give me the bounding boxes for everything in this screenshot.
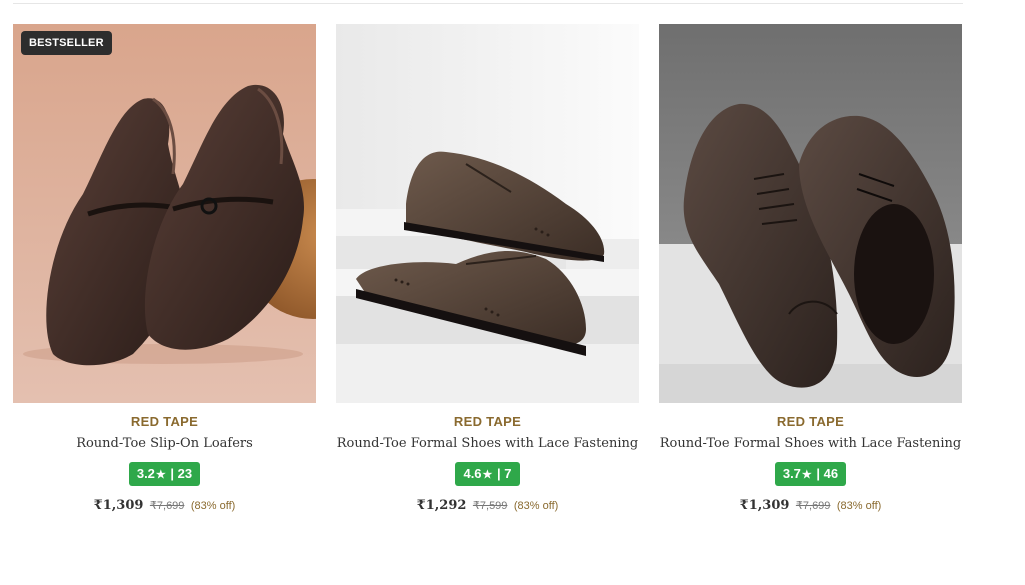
original-price: ₹7,699 [795, 500, 831, 512]
bestseller-badge: BESTSELLER [21, 31, 112, 55]
discount-label: (83% off) [513, 500, 559, 512]
star-icon: ★ [155, 469, 166, 481]
price-row: ₹1,309 ₹7,699 (83% off) [659, 496, 962, 514]
rating-badge: 3.2★ | 23 [128, 462, 201, 486]
original-price: ₹7,599 [472, 500, 508, 512]
rating-badge: 3.7★ | 46 [774, 462, 847, 486]
discount-label: (83% off) [836, 500, 882, 512]
product-image[interactable] [659, 24, 962, 403]
selling-price: ₹1,309 [93, 498, 144, 513]
rating-value: 3.7 [782, 466, 801, 481]
rating-value: 3.2 [136, 466, 155, 481]
rating-badge: 4.6★ | 7 [455, 462, 520, 486]
rating-count: 23 [177, 466, 193, 481]
product-card[interactable]: RED TAPE Round-Toe Formal Shoes with Lac… [336, 24, 639, 514]
oxford-shoes-image-icon [659, 24, 962, 403]
product-name[interactable]: Round-Toe Slip-On Loafers [13, 436, 316, 454]
brand-name[interactable]: RED TAPE [13, 414, 316, 430]
top-divider [13, 3, 963, 4]
product-name[interactable]: Round-Toe Formal Shoes with Lace Fasteni… [659, 436, 962, 454]
selling-price: ₹1,292 [416, 498, 467, 513]
price-row: ₹1,292 ₹7,599 (83% off) [336, 496, 639, 514]
product-card[interactable]: BESTSELLER RED TAPE Round-Toe Slip-On Lo… [13, 24, 316, 514]
selling-price: ₹1,309 [739, 498, 790, 513]
star-icon: ★ [482, 469, 493, 481]
loafers-image-icon [13, 24, 316, 403]
price-row: ₹1,309 ₹7,699 (83% off) [13, 496, 316, 514]
star-icon: ★ [801, 469, 812, 481]
rating-value: 4.6 [463, 466, 482, 481]
brogue-shoes-image-icon [336, 24, 639, 403]
product-card[interactable]: RED TAPE Round-Toe Formal Shoes with Lac… [659, 24, 962, 514]
brand-name[interactable]: RED TAPE [336, 414, 639, 430]
product-grid: BESTSELLER RED TAPE Round-Toe Slip-On Lo… [13, 24, 962, 514]
rating-count: 46 [823, 466, 839, 481]
brand-name[interactable]: RED TAPE [659, 414, 962, 430]
rating-count: 7 [504, 466, 512, 481]
original-price: ₹7,699 [149, 500, 185, 512]
product-image[interactable]: BESTSELLER [13, 24, 316, 403]
product-name[interactable]: Round-Toe Formal Shoes with Lace Fasteni… [336, 436, 639, 454]
discount-label: (83% off) [190, 500, 236, 512]
product-image[interactable] [336, 24, 639, 403]
